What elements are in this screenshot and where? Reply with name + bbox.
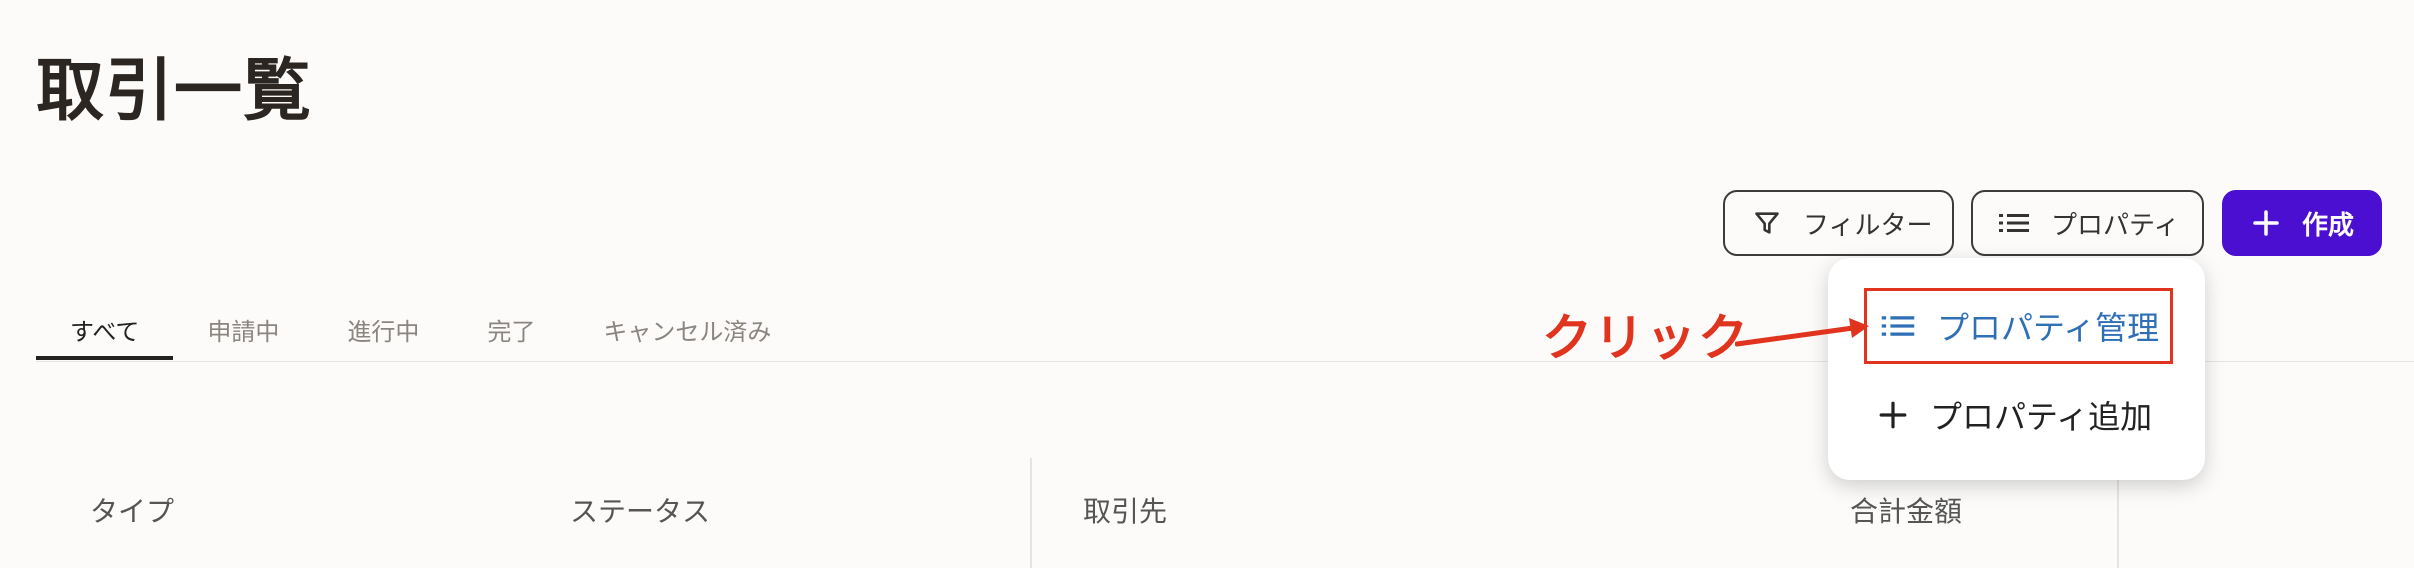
plus-icon (1878, 400, 1908, 430)
list-icon (1999, 211, 2029, 235)
column-header-client[interactable]: 取引先 (1083, 490, 1167, 530)
tab-applying[interactable]: 申請中 (173, 298, 313, 360)
tab-cancelled[interactable]: キャンセル済み (569, 298, 805, 360)
filter-button-label: フィルター (1803, 210, 1933, 241)
filter-icon (1753, 209, 1781, 237)
create-button-label: 作成 (2302, 210, 2355, 241)
property-button-label: プロパティ (2051, 210, 2180, 241)
status-tabs: すべて 申請中 進行中 完了 キャンセル済み (36, 298, 805, 360)
list-icon (1881, 313, 1915, 339)
table-header: タイプ ステータス 取引先 合計金額 (0, 490, 2414, 568)
click-annotation: クリック (1542, 309, 1750, 367)
menu-item-add-property[interactable]: プロパティ追加 (1878, 384, 2152, 446)
annotation-arrow-icon (1735, 318, 1869, 347)
column-header-status[interactable]: ステータス (570, 490, 710, 530)
property-button[interactable]: プロパティ (1971, 190, 2204, 256)
tab-completed[interactable]: 完了 (453, 298, 569, 360)
page-title: 取引一覧 (36, 52, 313, 131)
tab-in-progress[interactable]: 進行中 (313, 298, 453, 360)
tab-all[interactable]: すべて (36, 298, 174, 360)
deals-page: 取引一覧 フィルター プロパティ 作成 すべて 申請中 進行中 完了 キャンセル… (0, 0, 2414, 568)
create-button[interactable]: 作成 (2222, 190, 2382, 256)
menu-item-label: プロパティ追加 (1930, 398, 2153, 436)
column-header-total-amount[interactable]: 合計金額 (1850, 490, 1962, 530)
menu-item-label: プロパティ管理 (1937, 309, 2160, 347)
filter-button[interactable]: フィルター (1723, 190, 1954, 256)
property-dropdown-menu: プロパティ管理 プロパティ追加 (1828, 258, 2205, 480)
column-header-type[interactable]: タイプ (90, 490, 174, 530)
plus-icon (2252, 209, 2280, 237)
menu-item-manage-properties[interactable]: プロパティ管理 (1864, 288, 2173, 364)
